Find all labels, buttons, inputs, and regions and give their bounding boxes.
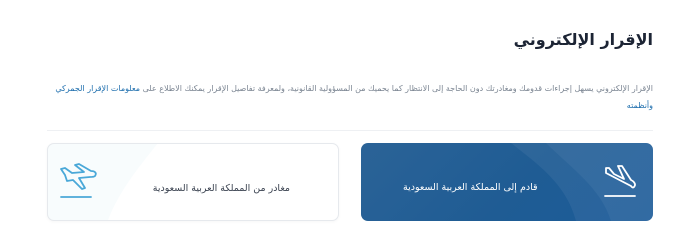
divider — [47, 130, 653, 131]
section-description: الإقرار الإلكتروني يسهل إجراءات قدومك وم… — [43, 80, 653, 114]
description-text: الإقرار الإلكتروني يسهل إجراءات قدومك وم… — [140, 84, 653, 93]
departure-card[interactable]: مغادر من المملكة العربية السعودية — [47, 143, 339, 221]
page-title: الإقرار الإلكتروني — [513, 30, 653, 49]
declaration-section: الإقرار الإلكتروني الإقرار الإلكتروني يس… — [0, 0, 700, 243]
arrival-card[interactable]: قادم إلى المملكة العربية السعودية — [361, 143, 653, 221]
airplane-takeoff-icon — [60, 163, 97, 198]
departure-label: مغادر من المملكة العربية السعودية — [152, 183, 290, 194]
airplane-landing-icon — [604, 165, 636, 197]
arrival-label: قادم إلى المملكة العربية السعودية — [403, 182, 538, 193]
